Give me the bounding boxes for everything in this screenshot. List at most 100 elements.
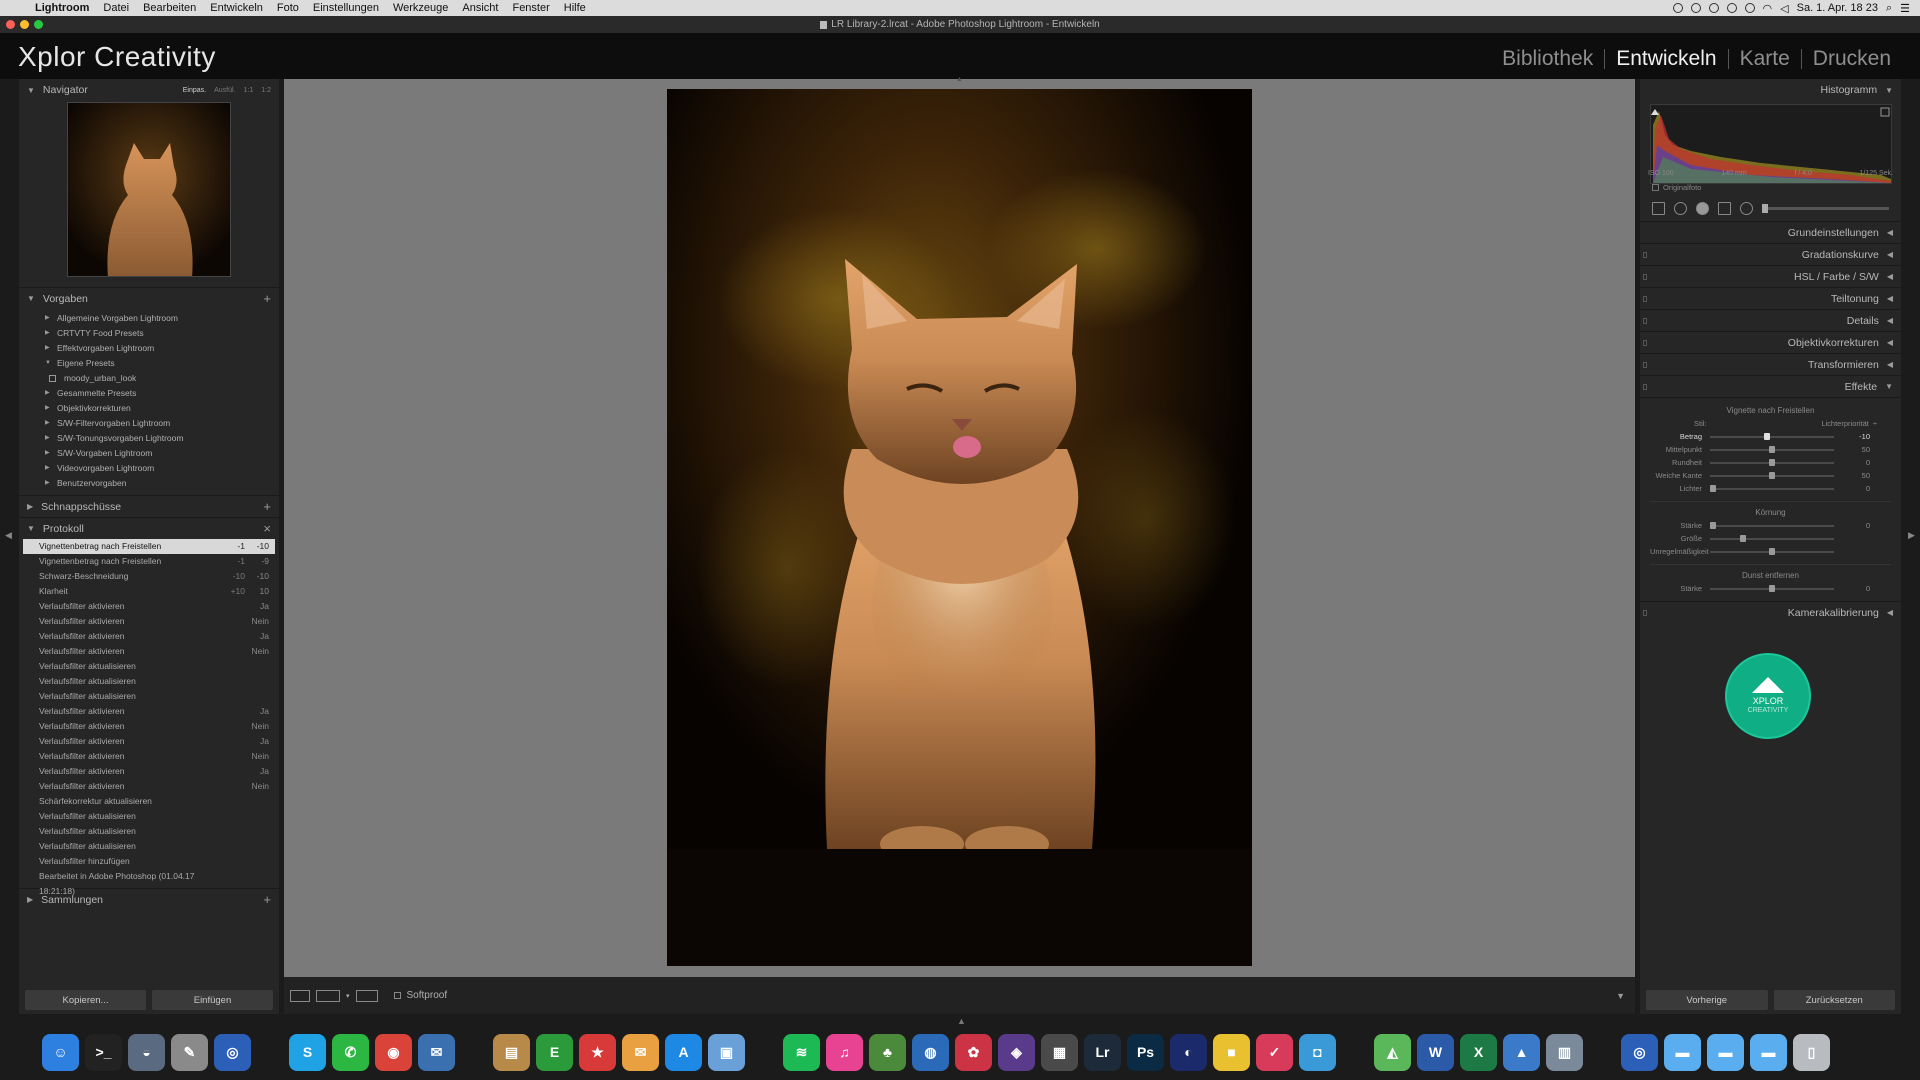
effects-header[interactable]: Effekte ▼ [1640,375,1901,397]
todo-icon[interactable]: ★ [579,1033,616,1071]
before-after-dropdown-icon[interactable]: ▾ [346,992,350,1000]
slider-track[interactable] [1710,458,1834,466]
slider-track[interactable] [1710,445,1834,453]
expand-triangle-icon[interactable]: ▶ [45,341,57,356]
motion-icon[interactable]: ◈ [998,1033,1035,1071]
radial-filter-tool-icon[interactable] [1740,202,1753,215]
photo-app-icon[interactable]: ▦ [1041,1033,1078,1071]
slider-value[interactable]: 50 [1834,445,1876,454]
main-photo[interactable] [667,89,1252,966]
history-step[interactable]: Verlaufsfilter aktivieren Nein [23,644,275,659]
preset-item[interactable]: ▶ Benutzervorgaben [19,476,279,491]
expand-triangle-icon[interactable]: ▶ [45,311,57,326]
panel-switch-icon[interactable] [1643,361,1647,368]
history-header[interactable]: ▼ Protokoll × [19,517,279,539]
previous-button[interactable]: Vorherige [1646,990,1768,1010]
history-step[interactable]: Verlaufsfilter aktualisieren [23,824,275,839]
menu-item[interactable]: Entwickeln [203,2,270,14]
menu-item[interactable]: Einstellungen [306,2,386,14]
navigator-thumbnail[interactable] [67,102,231,277]
bluetooth-icon[interactable] [1744,3,1755,13]
history-step[interactable]: Verlaufsfilter aktivieren Nein [23,749,275,764]
chrome-icon[interactable]: ◉ [375,1033,412,1071]
develop-panel-header[interactable]: Transformieren ◀ [1640,353,1901,375]
loupe-view-icon[interactable] [290,989,310,1002]
menu-item[interactable]: Foto [270,2,306,14]
history-step[interactable]: Bearbeitet in Adobe Photoshop (01.04.17 … [23,869,275,896]
menu-app[interactable]: Lightroom [28,2,96,14]
expand-triangle-icon[interactable]: ◀ [1887,228,1893,237]
clock[interactable]: Sa. 1. Apr. 18 23 [1797,2,1878,14]
expand-triangle-icon[interactable]: ▶ [45,386,57,401]
vignette-style-select[interactable]: Lichterpriorität [1821,419,1869,428]
navigator-zoom-option[interactable]: 1:2 [261,87,271,94]
history-step[interactable]: Verlaufsfilter aktualisieren [23,659,275,674]
module-karte[interactable]: Karte [1729,47,1801,71]
slider-track[interactable] [1710,584,1834,592]
camera-calibration-header[interactable]: Kamerakalibrierung ◀ [1640,601,1901,623]
history-step[interactable]: Verlaufsfilter aktivieren Ja [23,734,275,749]
spot-removal-tool-icon[interactable] [1674,202,1687,215]
menu-item[interactable]: Ansicht [455,2,505,14]
expand-triangle-icon[interactable]: ◀ [1887,272,1893,281]
finder-icon[interactable]: ☺ [42,1033,79,1071]
history-step[interactable]: Verlaufsfilter aktualisieren [23,674,275,689]
navigator-zoom-option[interactable]: Ausfül. [214,87,235,94]
navigator-zoom-option[interactable]: 1:1 [244,87,254,94]
copy-button[interactable]: Kopieren... [25,990,146,1010]
preset-item[interactable]: moody_urban_look [19,371,279,386]
history-step[interactable]: Verlaufsfilter aktivieren Ja [23,704,275,719]
slider-track[interactable] [1710,521,1834,529]
slider-value[interactable]: 50 [1834,471,1876,480]
dropdown-icon[interactable]: ÷ [1873,419,1877,428]
develop-panel-header[interactable]: Details ◀ [1640,309,1901,331]
keynote-icon[interactable]: ▲ [1503,1033,1540,1071]
expand-triangle-icon[interactable]: ▶ [45,326,57,341]
histogram-header[interactable]: Histogramm ▼ [1640,79,1901,101]
slider-thumb[interactable] [1769,445,1775,453]
history-step[interactable]: Verlaufsfilter aktivieren Ja [23,764,275,779]
launchpad-icon[interactable]: ◒ [128,1033,165,1071]
softproof-checkbox[interactable] [393,992,401,999]
photoshop-icon[interactable]: Ps [1127,1033,1164,1071]
preset-item[interactable]: ▶ CRTVTY Food Presets [19,326,279,341]
slider-thumb[interactable] [1769,471,1775,479]
dropbox-icon[interactable] [1690,3,1701,13]
davinci-icon[interactable]: ✿ [955,1033,992,1071]
slider-value[interactable]: 0 [1834,584,1876,593]
before-after-swap-icon[interactable] [355,989,378,1002]
top-panel-toggle-icon[interactable]: ▲ [956,76,963,83]
collapse-triangle-icon[interactable]: ▼ [27,294,35,303]
folder-2-icon[interactable]: ▬ [1707,1033,1744,1071]
expand-triangle-icon[interactable]: ◀ [1887,250,1893,259]
expand-triangle-icon[interactable]: ▶ [45,461,57,476]
panel-switch-icon[interactable] [1643,383,1647,390]
develop-panel-header[interactable]: Teiltonung ◀ [1640,287,1901,309]
history-step[interactable]: Verlaufsfilter aktivieren Nein [23,779,275,794]
graduated-filter-tool-icon[interactable] [1718,202,1731,215]
right-panel-toggle-icon[interactable]: ▶ [1908,530,1915,541]
evernote-icon[interactable]: E [536,1033,573,1071]
spotify-icon[interactable]: ≋ [783,1033,820,1071]
collapse-triangle-icon[interactable]: ▼ [1885,86,1893,95]
script-icon[interactable]: ✎ [171,1033,208,1071]
add-preset-icon[interactable]: + [263,291,271,306]
slider-thumb[interactable] [1710,521,1716,529]
folder-3-icon[interactable]: ▬ [1750,1033,1787,1071]
close-window-icon[interactable] [6,20,15,29]
onepassword-icon[interactable]: ◎ [214,1033,251,1071]
notification-center-icon[interactable]: ☰ [1900,2,1910,15]
add-collection-icon[interactable]: + [263,892,271,907]
preset-item[interactable]: ▶ Gesammelte Presets [19,386,279,401]
preset-item[interactable]: ▶ S/W-Vorgaben Lightroom [19,446,279,461]
develop-panel-header[interactable]: Grundeinstellungen ◀ [1640,221,1901,243]
cloud-icon[interactable] [1708,3,1719,13]
menu-item[interactable]: Bearbeiten [136,2,203,14]
slider-thumb[interactable] [1769,458,1775,466]
slider-value[interactable]: -10 [1834,432,1876,441]
toolbar-menu-icon[interactable]: ▼ [1616,991,1625,1001]
fullscreen-window-icon[interactable] [34,20,43,29]
history-step[interactable]: Verlaufsfilter aktualisieren [23,809,275,824]
develop-panel-header[interactable]: Objektivkorrekturen ◀ [1640,331,1901,353]
panel-switch-icon[interactable] [1643,609,1647,616]
